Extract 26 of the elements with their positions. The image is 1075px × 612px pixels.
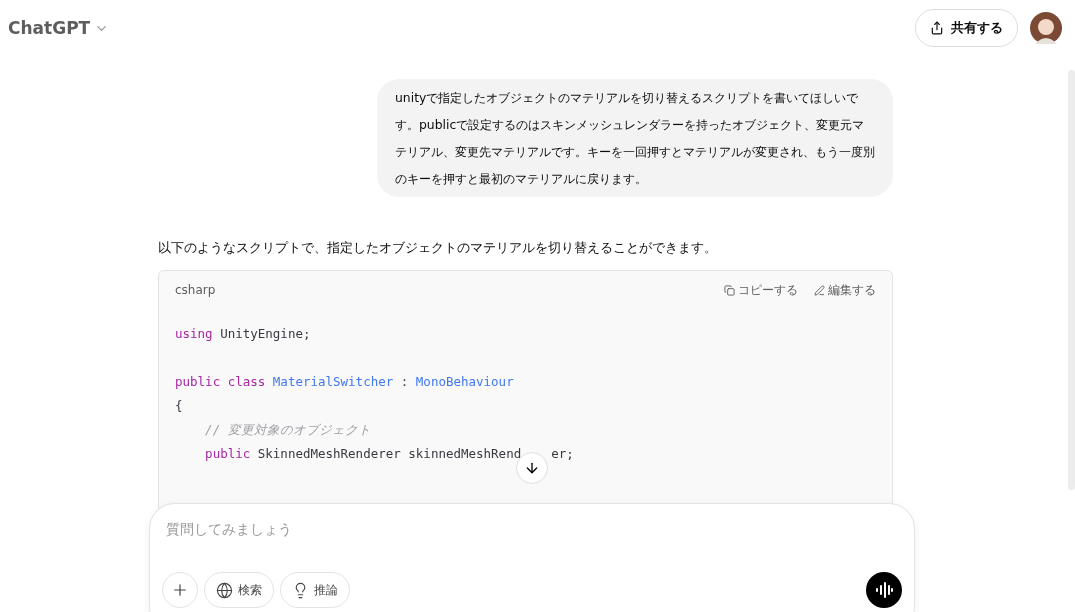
code-line: public class MaterialSwitcher : MonoBehaviour bbox=[175, 373, 514, 391]
share-button[interactable]: 共有する bbox=[915, 9, 1018, 47]
model-selector[interactable]: ChatGPT bbox=[8, 18, 110, 38]
arrow-down-icon bbox=[524, 460, 540, 476]
code-fragment: er; bbox=[551, 445, 574, 463]
code-line: // 変更対象のオブジェクト bbox=[204, 421, 371, 439]
copy-icon bbox=[724, 284, 735, 296]
code-line: { bbox=[175, 397, 183, 415]
tool-button[interactable]: 推論 bbox=[280, 572, 350, 608]
voice-button[interactable] bbox=[866, 572, 902, 608]
share-icon bbox=[930, 21, 944, 35]
code-line: public SkinnedMeshRenderer skinnedMeshRend bbox=[204, 445, 522, 463]
message-input[interactable]: 質問してみましょう bbox=[162, 518, 902, 540]
globe-icon bbox=[216, 581, 233, 599]
code-line: using UnityEngine; bbox=[175, 325, 311, 343]
user-message: unityで指定したオブジェクトのマテリアルを切り替えるスクリプトを書いてほしいです。publicで設定するのはスキンメッシュレンダラーを持ったオブジェクト、変更元マテリアル、変更先マテリアルです。キーを一回押すとマテリアルが変更され、もう一度別のキーを押すと最初のマテリアルに戻ります。 bbox=[377, 79, 893, 197]
tool-button[interactable]: 検索 bbox=[204, 572, 274, 608]
plus-icon bbox=[171, 581, 189, 599]
pen-icon bbox=[814, 284, 825, 296]
edit-button[interactable]: 編集する bbox=[814, 281, 876, 299]
assistant-text: 以下のようなスクリプトで、指定したオブジェクトのマテリアルを切り替えることができます。 bbox=[158, 239, 718, 257]
waveform-icon bbox=[875, 582, 893, 598]
code-language: csharp bbox=[175, 283, 216, 297]
add-button[interactable] bbox=[162, 572, 198, 608]
copy-button[interactable]: コピーする bbox=[724, 281, 798, 299]
avatar[interactable] bbox=[1030, 12, 1062, 44]
